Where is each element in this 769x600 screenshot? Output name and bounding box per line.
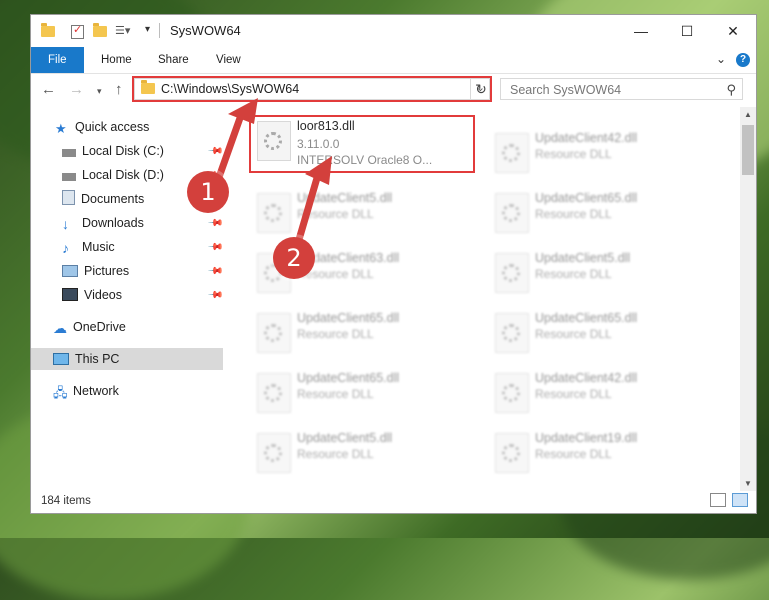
callout-badge-1: 1 (187, 171, 229, 213)
callout-badge-2: 2 (273, 237, 315, 279)
annotation-arrows (214, 98, 332, 247)
